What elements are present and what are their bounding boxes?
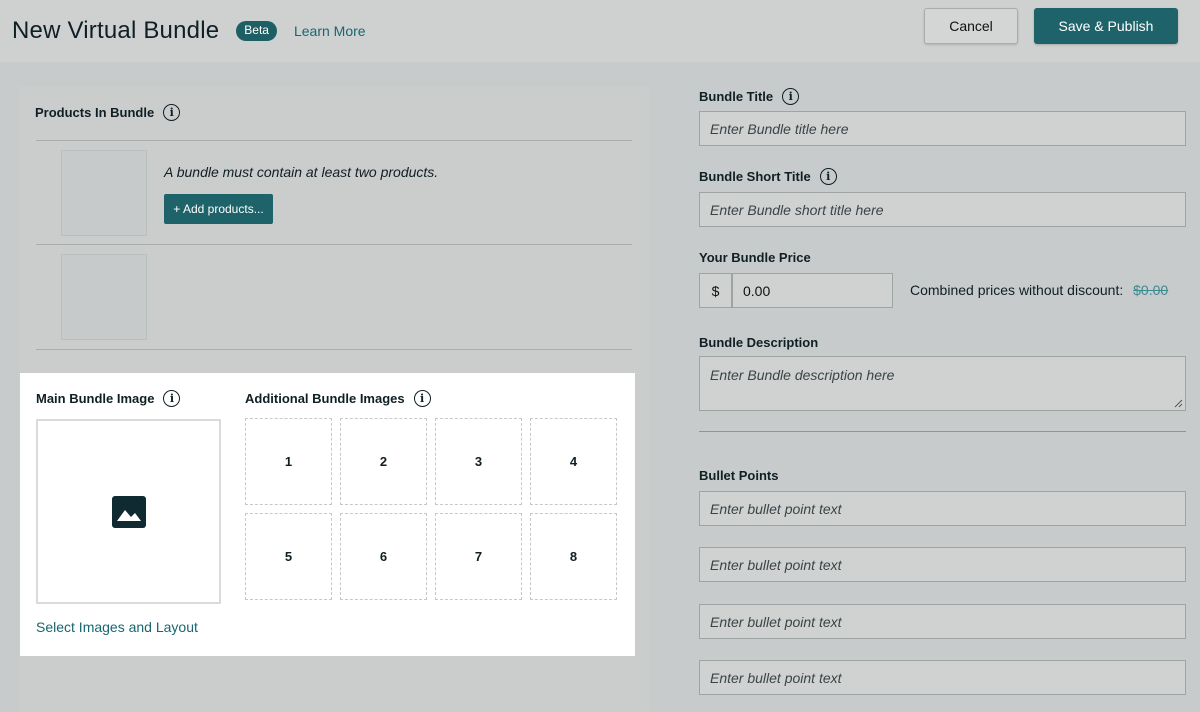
bullet-points-label: Bullet Points — [699, 468, 779, 483]
products-heading: Products In Bundle i — [35, 104, 181, 121]
product-thumbnail-placeholder — [61, 150, 147, 236]
divider — [36, 244, 632, 245]
info-icon[interactable]: i — [163, 104, 181, 121]
currency-symbol: $ — [699, 273, 732, 308]
additional-image-slot[interactable]: 8 — [530, 513, 617, 600]
product-thumbnail-placeholder — [61, 254, 147, 340]
bullet-point-input[interactable]: Enter bullet point text — [699, 604, 1186, 639]
additional-image-slot[interactable]: 3 — [435, 418, 522, 505]
additional-images-heading-label: Additional Bundle Images — [245, 391, 405, 406]
info-icon[interactable]: i — [782, 88, 800, 105]
resize-handle-icon[interactable] — [1174, 399, 1183, 408]
image-icon — [111, 495, 146, 528]
divider — [699, 431, 1186, 432]
page-title: New Virtual Bundle — [12, 17, 220, 44]
page-header: New Virtual Bundle Beta Learn More Cance… — [0, 0, 1200, 62]
bundle-description-label: Bundle Description — [699, 335, 819, 350]
bullet-point-input[interactable]: Enter bullet point text — [699, 547, 1186, 582]
bundle-short-title-label: Bundle Short Title i — [699, 168, 837, 185]
save-publish-button[interactable]: Save & Publish — [1034, 8, 1178, 44]
additional-image-slot[interactable]: 5 — [245, 513, 332, 600]
bundle-title-label-text: Bundle Title — [699, 89, 774, 104]
bullet-point-input[interactable]: Enter bullet point text — [699, 660, 1186, 695]
bullet-point-input[interactable]: Enter bullet point text — [699, 491, 1186, 526]
additional-image-slot[interactable]: 4 — [530, 418, 617, 505]
bundle-description-textarea[interactable]: Enter Bundle description here — [699, 356, 1186, 411]
bundle-price-label: Your Bundle Price — [699, 250, 811, 265]
bundle-images-card: Main Bundle Image i Additional Bundle Im… — [20, 373, 635, 656]
additional-image-slot[interactable]: 2 — [340, 418, 427, 505]
main-image-heading-label: Main Bundle Image — [36, 391, 155, 406]
select-images-layout-link[interactable]: Select Images and Layout — [36, 619, 198, 635]
divider — [36, 140, 632, 141]
cancel-button[interactable]: Cancel — [924, 8, 1018, 44]
divider — [36, 349, 632, 350]
additional-images-heading: Additional Bundle Images i — [245, 390, 431, 407]
beta-badge: Beta — [236, 21, 277, 41]
combined-price-value: $0.00 — [1133, 282, 1169, 298]
info-icon[interactable]: i — [819, 168, 837, 185]
bundle-short-title-input[interactable]: Enter Bundle short title here — [699, 192, 1186, 227]
additional-image-slot[interactable]: 7 — [435, 513, 522, 600]
bundle-title-input[interactable]: Enter Bundle title here — [699, 111, 1186, 146]
additional-image-slot[interactable]: 1 — [245, 418, 332, 505]
info-icon[interactable]: i — [163, 390, 181, 407]
bundle-title-label: Bundle Title i — [699, 88, 800, 105]
main-image-dropzone[interactable] — [36, 419, 221, 604]
learn-more-link[interactable]: Learn More — [294, 23, 366, 39]
bundle-price-input[interactable]: 0.00 — [732, 273, 893, 308]
header-actions: Cancel Save & Publish — [924, 8, 1178, 44]
info-icon[interactable]: i — [413, 390, 431, 407]
add-products-button[interactable]: + Add products... — [164, 194, 273, 224]
bundle-short-title-label-text: Bundle Short Title — [699, 169, 811, 184]
products-heading-label: Products In Bundle — [35, 105, 155, 120]
bundle-description-placeholder: Enter Bundle description here — [710, 367, 895, 383]
combined-price: Combined prices without discount: $0.00 — [910, 282, 1168, 298]
combined-price-label: Combined prices without discount: — [910, 282, 1124, 298]
additional-image-slot[interactable]: 6 — [340, 513, 427, 600]
bundle-requirement-note: A bundle must contain at least two produ… — [164, 164, 439, 180]
main-image-heading: Main Bundle Image i — [36, 390, 181, 407]
